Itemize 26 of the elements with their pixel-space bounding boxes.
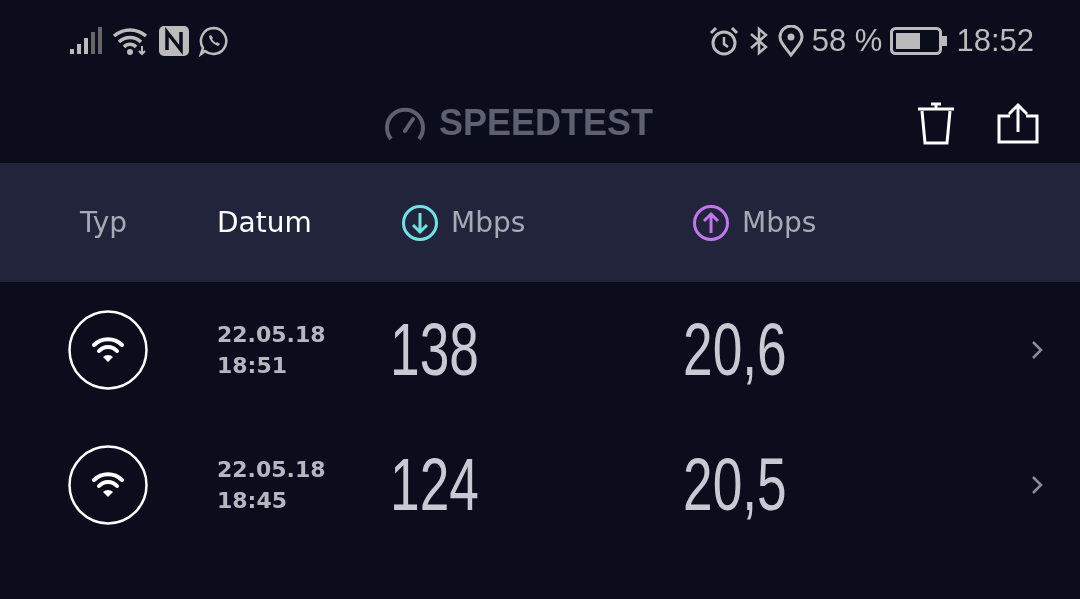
chat-icon (198, 25, 230, 57)
gauge-icon (383, 105, 427, 141)
alarm-icon (707, 25, 740, 57)
wifi-icon (68, 309, 148, 390)
column-header[interactable]: Mbps (451, 206, 526, 239)
battery-icon (890, 27, 949, 55)
wifi-icon (112, 26, 150, 56)
wifi-icon (68, 444, 148, 525)
location-icon (777, 25, 804, 57)
battery-percentage: 58 % (811, 23, 883, 59)
app-title: SPEEDTEST (439, 102, 654, 144)
nfc-icon (158, 25, 190, 57)
download-speed: 124 (390, 442, 479, 527)
column-header[interactable]: Typ (80, 206, 128, 239)
share-button[interactable] (996, 101, 1040, 144)
upload-speed: 20,5 (683, 442, 787, 527)
signal-icon (70, 27, 104, 55)
download-speed: 138 (390, 307, 479, 392)
column-header[interactable]: Datum (217, 206, 312, 239)
test-time: 18:51 (217, 351, 288, 380)
test-time: 18:45 (217, 486, 288, 515)
test-date: 22.05.18 (217, 455, 326, 484)
clock: 18:52 (956, 23, 1034, 59)
test-date: 22.05.18 (217, 320, 326, 349)
column-header[interactable]: Mbps (742, 206, 817, 239)
upload-speed: 20,6 (683, 307, 787, 392)
